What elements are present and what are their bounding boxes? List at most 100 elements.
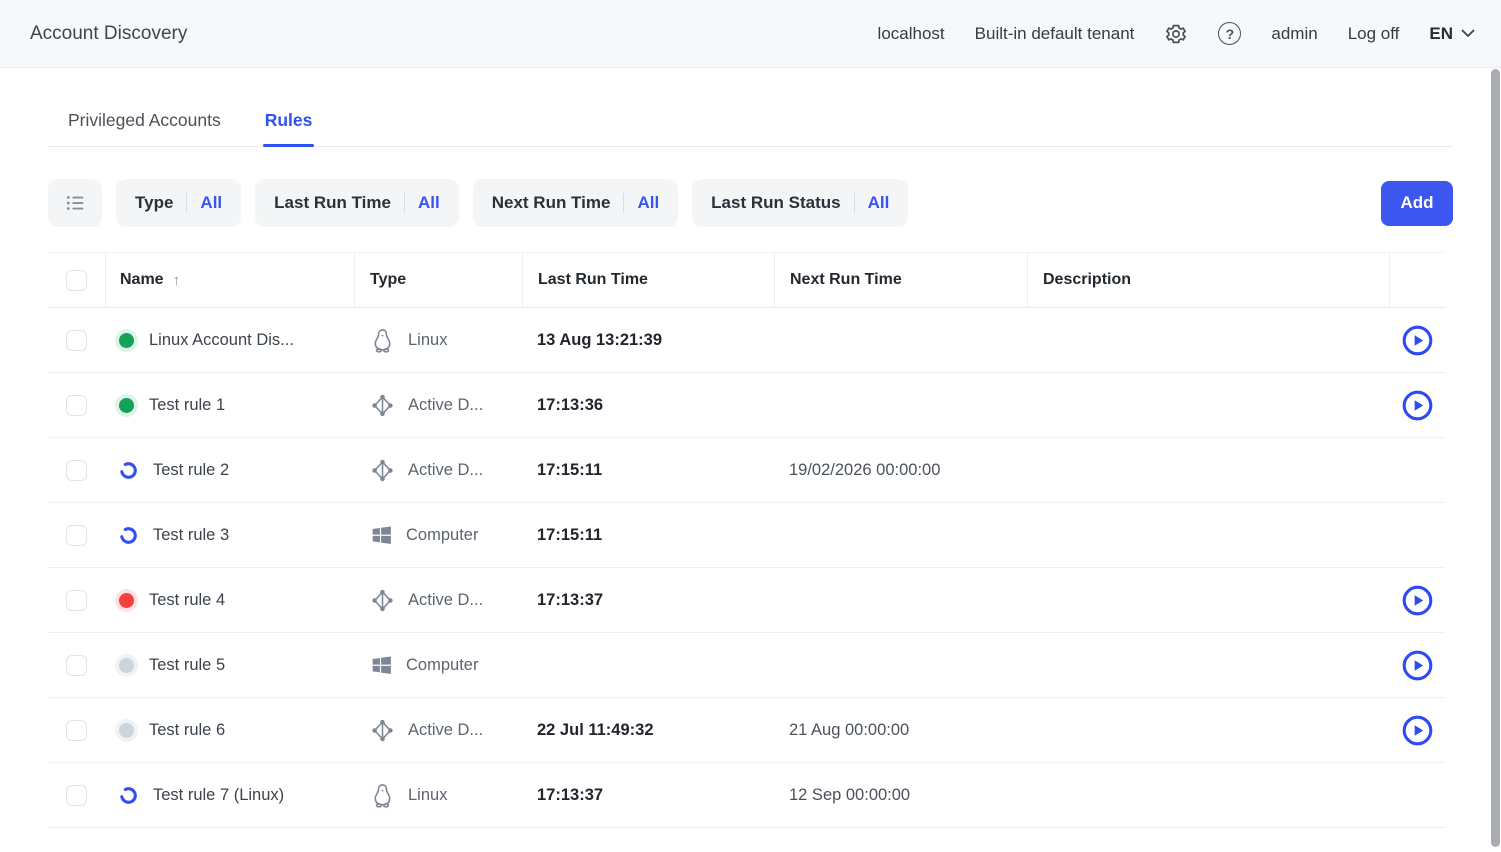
add-button[interactable]: Add	[1381, 181, 1453, 226]
row-checkbox[interactable]	[66, 590, 87, 611]
column-header-next-run-time[interactable]: Next Run Time	[774, 253, 1027, 307]
rule-name-cell: Test rule 4	[105, 568, 354, 632]
rule-type-cell: Linux	[354, 763, 522, 827]
column-header-type[interactable]: Type	[354, 253, 522, 307]
filter-chip-next-run-time[interactable]: Next Run TimeAll	[473, 179, 678, 227]
topbar: Account Discovery localhost Built-in def…	[0, 0, 1501, 68]
view-options-button[interactable]	[48, 179, 102, 227]
run-rule-button[interactable]	[1401, 324, 1433, 356]
row-checkbox[interactable]	[66, 785, 87, 806]
select-all-checkbox[interactable]	[66, 270, 87, 291]
column-header-description[interactable]: Description	[1027, 253, 1389, 307]
play-icon	[1402, 390, 1433, 421]
next-run-time-cell	[774, 373, 1027, 437]
last-run-time-cell: 17:13:36	[522, 373, 774, 437]
actions-cell	[1389, 633, 1445, 697]
run-rule-button[interactable]	[1401, 389, 1433, 421]
last-run-time: 17:15:11	[537, 526, 602, 545]
rule-type-cell: Active D...	[354, 373, 522, 437]
row-checkbox-cell	[48, 698, 105, 762]
topbar-right: localhost Built-in default tenant ? admi…	[878, 22, 1475, 46]
filter-label: Type	[135, 193, 173, 213]
filter-chip-last-run-time[interactable]: Last Run Time All	[255, 179, 459, 227]
table-row[interactable]: Test rule 2 Active D... 17:15:11 19/02/2…	[48, 438, 1445, 503]
table-row[interactable]: Test rule 3 Computer 17:15:11	[48, 503, 1445, 568]
status-error-icon	[119, 593, 134, 608]
row-checkbox-cell	[48, 503, 105, 567]
rule-name: Test rule 1	[149, 396, 225, 415]
tab-bar: Privileged Accounts Rules	[48, 110, 1453, 147]
play-icon	[1402, 325, 1433, 356]
status-running-icon	[119, 526, 138, 545]
play-icon	[1402, 650, 1433, 681]
rule-type-cell: Active D...	[354, 698, 522, 762]
filter-value: All	[868, 193, 890, 213]
description-cell	[1027, 763, 1389, 827]
last-run-time: 17:13:37	[537, 591, 603, 610]
column-header-name[interactable]: Name ↑	[105, 253, 354, 307]
language-selector[interactable]: EN	[1429, 24, 1475, 44]
row-checkbox[interactable]	[66, 330, 87, 351]
filter-label: Last Run Time	[274, 193, 391, 213]
row-checkbox-cell	[48, 568, 105, 632]
table-row[interactable]: Linux Account Dis... Linux 13 Aug 13:21:…	[48, 308, 1445, 373]
table-header: Name ↑ Type Last Run Time Next Run Time …	[48, 252, 1445, 308]
filter-divider	[404, 193, 405, 213]
next-run-time: 12 Sep 00:00:00	[789, 786, 910, 805]
help-icon: ?	[1218, 22, 1241, 45]
rule-name-cell: Test rule 2	[105, 438, 354, 502]
rule-type-cell: Computer	[354, 633, 522, 697]
filter-value: All	[418, 193, 440, 213]
table-row[interactable]: Test rule 5 Computer	[48, 633, 1445, 698]
filter-bar: TypeAllLast Run TimeAllNext Run TimeAllL…	[48, 179, 1453, 227]
rule-name-cell: Test rule 1	[105, 373, 354, 437]
table-row[interactable]: Test rule 6 Active D... 22 Jul 11:49:32 …	[48, 698, 1445, 763]
run-rule-button[interactable]	[1401, 714, 1433, 746]
column-header-last-run-time[interactable]: Last Run Time	[522, 253, 774, 307]
run-rule-button[interactable]	[1401, 584, 1433, 616]
next-run-time-cell	[774, 633, 1027, 697]
row-checkbox[interactable]	[66, 525, 87, 546]
play-icon	[1402, 585, 1433, 616]
help-button[interactable]: ?	[1218, 22, 1241, 45]
host-label: localhost	[878, 24, 945, 44]
actions-cell	[1389, 698, 1445, 762]
active-directory-icon	[369, 392, 396, 419]
row-checkbox[interactable]	[66, 655, 87, 676]
last-run-time-cell	[522, 633, 774, 697]
active-directory-icon	[369, 717, 396, 744]
description-cell	[1027, 568, 1389, 632]
filter-chip-type[interactable]: TypeAll	[116, 179, 241, 227]
table-row[interactable]: Test rule 4 Active D... 17:13:37	[48, 568, 1445, 633]
settings-button[interactable]	[1164, 22, 1188, 46]
user-menu[interactable]: admin	[1271, 24, 1317, 44]
rule-name: Test rule 4	[149, 591, 225, 610]
table-row[interactable]: Test rule 7 (Linux) Linux 17:13:37 12 Se…	[48, 763, 1445, 828]
last-run-time-cell: 17:15:11	[522, 503, 774, 567]
rule-name-cell: Test rule 6	[105, 698, 354, 762]
rule-type-label: Linux	[408, 786, 447, 805]
last-run-time-cell: 22 Jul 11:49:32	[522, 698, 774, 762]
filter-chip-last-run-status[interactable]: Last Run StatusAll	[692, 179, 908, 227]
filter-chips: TypeAllLast Run TimeAllNext Run TimeAllL…	[116, 179, 908, 227]
status-success-icon	[119, 398, 134, 413]
row-checkbox[interactable]	[66, 460, 87, 481]
last-run-time: 17:15:11	[537, 461, 602, 480]
rule-type-label: Active D...	[408, 721, 483, 740]
chevron-down-icon	[1461, 29, 1475, 38]
tab-privileged-accounts[interactable]: Privileged Accounts	[68, 110, 221, 146]
description-cell	[1027, 373, 1389, 437]
row-checkbox[interactable]	[66, 395, 87, 416]
logoff-button[interactable]: Log off	[1348, 24, 1400, 44]
run-rule-button[interactable]	[1401, 649, 1433, 681]
tab-rules[interactable]: Rules	[265, 110, 313, 146]
scrollbar-thumb[interactable]	[1491, 69, 1500, 847]
status-running-icon	[119, 786, 138, 805]
row-checkbox[interactable]	[66, 720, 87, 741]
last-run-time-cell: 17:13:37	[522, 763, 774, 827]
status-running-icon	[119, 461, 138, 480]
row-checkbox-cell	[48, 308, 105, 372]
linux-icon	[369, 782, 396, 809]
status-idle-icon	[119, 723, 134, 738]
table-row[interactable]: Test rule 1 Active D... 17:13:36	[48, 373, 1445, 438]
